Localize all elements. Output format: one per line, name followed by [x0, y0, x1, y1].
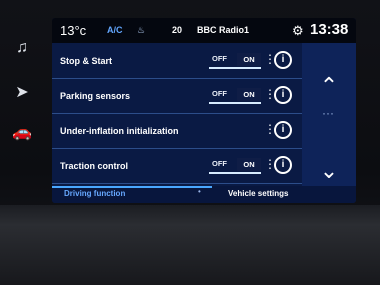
active-tab-indicator [52, 186, 212, 188]
scroll-panel: ⌃ ··· ⌄ [302, 43, 356, 190]
toggle-on-label: ON [237, 88, 261, 101]
info-icon[interactable]: i [274, 121, 292, 139]
chevron-down-icon[interactable]: ⌄ [311, 160, 347, 182]
seat-heat-icon[interactable]: ♨ [137, 25, 145, 36]
music-icon[interactable]: ♫ [11, 37, 33, 59]
chevron-up-icon[interactable]: ⌃ [311, 75, 347, 97]
info-icon[interactable]: i [274, 86, 292, 104]
settings-gear-icon[interactable]: ⚙ [292, 23, 304, 39]
info-icon[interactable]: i [274, 51, 292, 69]
radio-station[interactable]: BBC Radio1 [197, 25, 249, 35]
parking-sensors-toggle[interactable]: OFF ON [209, 88, 261, 104]
row-label: Stop & Start [60, 56, 113, 66]
tab-bar: Driving function • Vehicle settings [52, 186, 356, 203]
car-icon[interactable]: 🚗 [11, 122, 33, 144]
toggle-off-label: OFF [212, 159, 227, 168]
info-icon[interactable]: i [274, 156, 292, 174]
toggle-off-label: OFF [212, 54, 227, 63]
toggle-off-label: OFF [212, 89, 227, 98]
navigation-icon[interactable]: ➤ [11, 82, 33, 104]
dashboard-trim [0, 205, 380, 285]
toggle-on-label: ON [237, 53, 261, 66]
toggle-on-label: ON [237, 158, 261, 171]
ac-indicator[interactable]: A/C [107, 25, 123, 35]
tab-separator: • [198, 187, 201, 196]
settings-list: Stop & Start OFF ON ⋮ i Parking sensors … [52, 43, 302, 188]
row-label: Parking sensors [60, 91, 131, 101]
tab-driving-function[interactable]: Driving function [64, 189, 184, 198]
list-item[interactable]: Under-inflation initialization ⋮ i [52, 113, 302, 149]
stop-start-toggle[interactable]: OFF ON [209, 53, 261, 69]
list-item[interactable]: Parking sensors OFF ON ⋮ i [52, 78, 302, 114]
clock: 13:38 [310, 21, 349, 38]
tab-vehicle-settings[interactable]: Vehicle settings [228, 189, 338, 198]
row-label: Under-inflation initialization [60, 126, 179, 136]
infotainment-screen: 13°c A/C ♨ 20 BBC Radio1 ⚙ 13:38 Stop & … [52, 18, 356, 203]
status-bar: 13°c A/C ♨ 20 BBC Radio1 ⚙ 13:38 [52, 18, 356, 43]
list-item[interactable]: Stop & Start OFF ON ⋮ i [52, 43, 302, 79]
traction-control-toggle[interactable]: OFF ON [209, 158, 261, 174]
list-item[interactable]: Traction control OFF ON ⋮ i [52, 148, 302, 184]
cabin-temperature[interactable]: 20 [172, 25, 182, 35]
row-label: Traction control [60, 161, 129, 171]
page-indicator: ··· [322, 106, 334, 120]
outside-temperature: 13°c [60, 23, 87, 38]
